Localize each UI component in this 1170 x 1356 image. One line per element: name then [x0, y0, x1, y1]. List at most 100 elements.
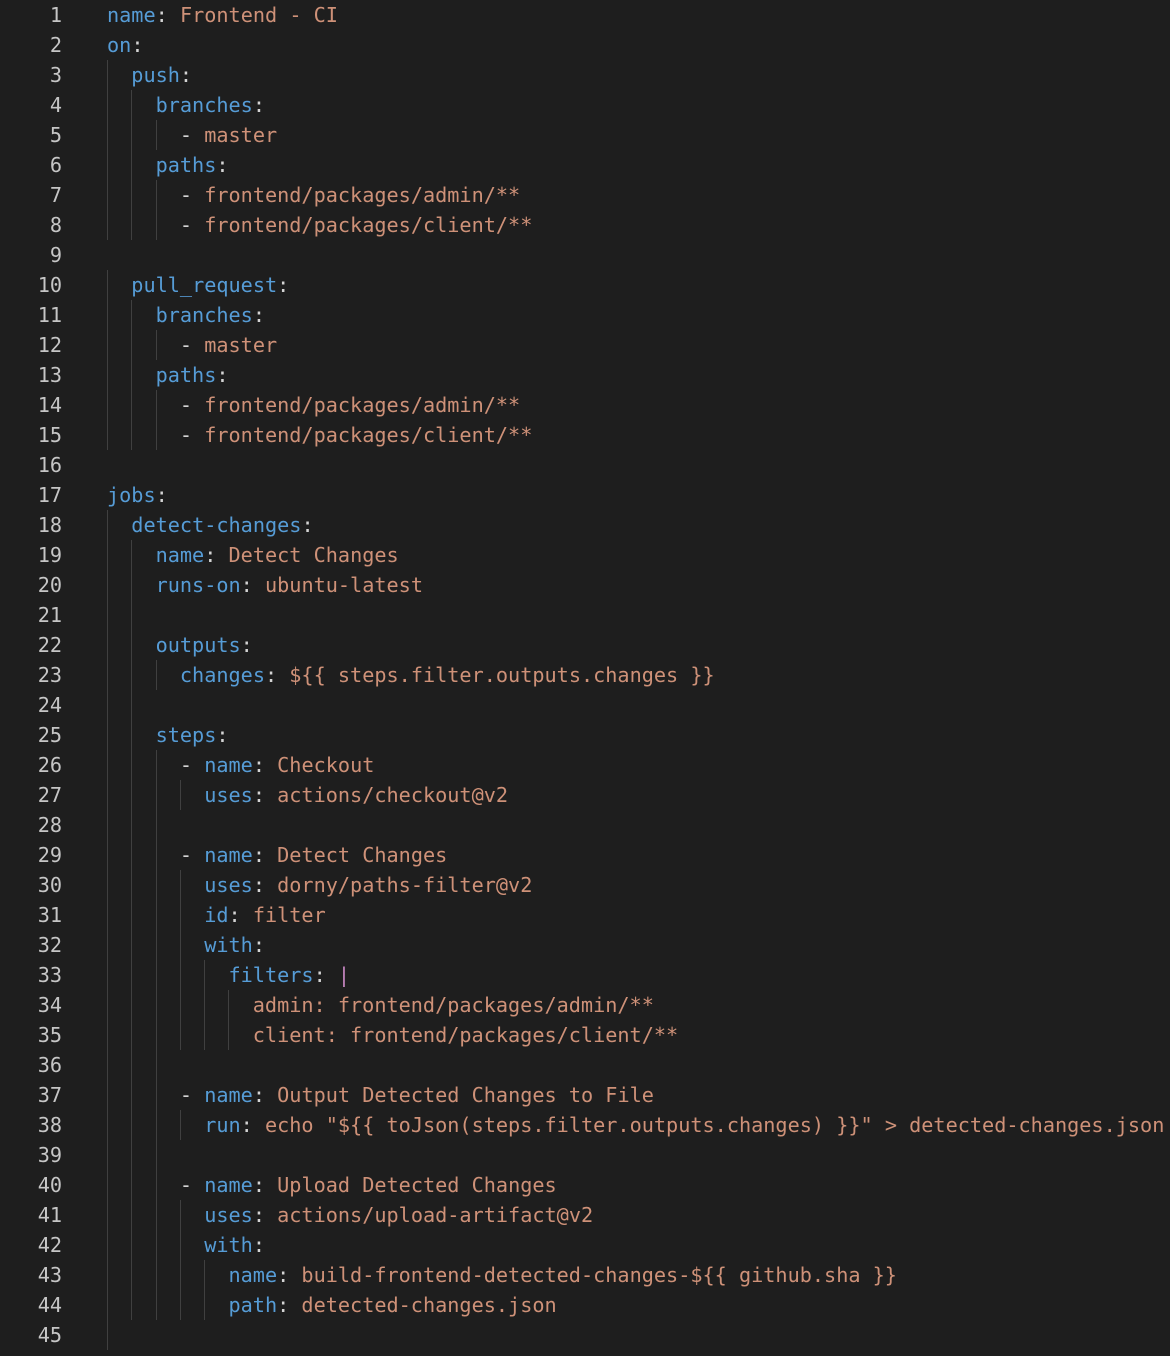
code-line[interactable]: 11 branches: — [0, 300, 1170, 330]
code-line[interactable]: 17 jobs: — [0, 480, 1170, 510]
indent-guide — [131, 330, 155, 360]
indent-guide — [155, 180, 180, 210]
code-line[interactable]: 41 uses: actions/upload-artifact@v2 — [0, 1200, 1170, 1230]
code-line[interactable]: 20 runs-on: ubuntu-latest — [0, 570, 1170, 600]
code-line[interactable]: 12 - master — [0, 330, 1170, 360]
indent-guide — [179, 1260, 204, 1290]
indent-guide — [131, 390, 155, 420]
line-number: 8 — [49, 213, 62, 237]
code-line[interactable]: 23 changes: ${{ steps.filter.outputs.chan… — [0, 660, 1170, 690]
indent-guide — [155, 1260, 180, 1290]
indent-guide — [107, 1290, 131, 1320]
code-line[interactable]: 33 filters: | — [0, 960, 1170, 990]
code-line[interactable]: 9 — [0, 240, 1170, 270]
token-pun: : — [301, 513, 314, 537]
code-line[interactable]: 6 paths: — [0, 150, 1170, 180]
code-line[interactable]: 2 on: — [0, 30, 1170, 60]
code-content: outputs: — [107, 630, 253, 660]
token-key: uses — [204, 783, 253, 807]
code-line[interactable]: 25 steps: — [0, 720, 1170, 750]
line-number: 23 — [37, 663, 62, 687]
token-pun: - — [179, 213, 205, 237]
code-content: jobs: — [107, 480, 168, 510]
indent-guide — [131, 720, 155, 750]
code-content: client: frontend/packages/client/** — [107, 1020, 678, 1050]
code-line[interactable]: 44 path: detected-changes.json — [0, 1290, 1170, 1320]
code-line[interactable]: 1 name: Frontend - CI — [0, 0, 1170, 30]
code-line[interactable]: 16 — [0, 450, 1170, 480]
line-number: 42 — [37, 1233, 62, 1257]
token-str: ubuntu-latest — [264, 573, 423, 597]
code-line[interactable]: 38 run: echo "${{ toJson(steps.filter.out… — [0, 1110, 1170, 1140]
code-line[interactable]: 5 - master — [0, 120, 1170, 150]
token-pun: : — [240, 1113, 265, 1137]
code-line[interactable]: 29 - name: Detect Changes — [0, 840, 1170, 870]
token-str: echo "${{ toJson(steps.filter.outputs.ch… — [264, 1113, 1165, 1137]
indent-guide — [107, 420, 131, 450]
code-line[interactable]: 10 pull_request: — [0, 270, 1170, 300]
code-line[interactable]: 22 outputs: — [0, 630, 1170, 660]
code-line[interactable]: 4 branches: — [0, 90, 1170, 120]
line-number: 45 — [37, 1323, 62, 1347]
indent-guide — [107, 390, 131, 420]
code-line[interactable]: 32 with: — [0, 930, 1170, 960]
line-number: 4 — [49, 93, 62, 117]
indent-guide — [107, 1200, 131, 1230]
indent-guide — [131, 750, 155, 780]
token-str: Checkout — [277, 753, 375, 777]
line-number: 15 — [37, 423, 62, 447]
token-pun: - — [179, 1083, 205, 1107]
code-line[interactable]: 3 push: — [0, 60, 1170, 90]
token-pun: : — [252, 303, 265, 327]
token-key: pull_request — [131, 273, 278, 297]
line-number: 35 — [37, 1023, 62, 1047]
indent-guide — [155, 660, 180, 690]
token-pun: : — [277, 273, 290, 297]
indent-guide — [131, 660, 155, 690]
code-line[interactable]: 43 name: build-frontend-detected-changes-… — [0, 1260, 1170, 1290]
code-line[interactable]: 42 with: — [0, 1230, 1170, 1260]
code-line[interactable]: 35 client: frontend/packages/client/** — [0, 1020, 1170, 1050]
code-line[interactable]: 26 - name: Checkout — [0, 750, 1170, 780]
code-line[interactable]: 19 name: Detect Changes — [0, 540, 1170, 570]
code-content — [107, 1050, 180, 1080]
token-pun: : — [264, 663, 290, 687]
line-number: 9 — [49, 243, 62, 267]
token-pun: : — [240, 633, 253, 657]
code-editor[interactable]: 1 name: Frontend - CI 2 on: 3 push: 4 branches:… — [0, 0, 1170, 1356]
code-line[interactable]: 24 — [0, 690, 1170, 720]
code-line[interactable]: 40 - name: Upload Detected Changes — [0, 1170, 1170, 1200]
code-line[interactable]: 36 — [0, 1050, 1170, 1080]
code-line[interactable]: 21 — [0, 600, 1170, 630]
token-key: with — [204, 1233, 253, 1257]
indent-guide — [179, 900, 204, 930]
indent-guide — [131, 1290, 155, 1320]
token-pun: : — [252, 1083, 278, 1107]
code-line[interactable]: 45 — [0, 1320, 1170, 1350]
indent-guide — [155, 390, 180, 420]
code-line[interactable]: 14 - frontend/packages/admin/** — [0, 390, 1170, 420]
token-pun: : — [216, 363, 229, 387]
code-line[interactable]: 7 - frontend/packages/admin/** — [0, 180, 1170, 210]
line-number: 5 — [49, 123, 62, 147]
code-content: run: echo "${{ toJson(steps.filter.outpu… — [107, 1110, 1164, 1140]
token-key: outputs — [155, 633, 241, 657]
line-number: 12 — [37, 333, 62, 357]
code-line[interactable]: 28 — [0, 810, 1170, 840]
code-line[interactable]: 8 - frontend/packages/client/** — [0, 210, 1170, 240]
code-line[interactable]: 27 uses: actions/checkout@v2 — [0, 780, 1170, 810]
code-line[interactable]: 39 — [0, 1140, 1170, 1170]
code-line[interactable]: 15 - frontend/packages/client/** — [0, 420, 1170, 450]
code-line[interactable]: 30 uses: dorny/paths-filter@v2 — [0, 870, 1170, 900]
token-pun: - — [179, 393, 205, 417]
code-line[interactable]: 34 admin: frontend/packages/admin/** — [0, 990, 1170, 1020]
line-number: 1 — [49, 3, 62, 27]
token-str: detected-changes.json — [301, 1293, 557, 1317]
code-line[interactable]: 31 id: filter — [0, 900, 1170, 930]
code-line[interactable]: 18 detect-changes: — [0, 510, 1170, 540]
code-line[interactable]: 13 paths: — [0, 360, 1170, 390]
indent-guide — [155, 780, 180, 810]
code-line[interactable]: 37 - name: Output Detected Changes to Fil… — [0, 1080, 1170, 1110]
code-content: name: Detect Changes — [107, 540, 399, 570]
indent-guide — [131, 150, 155, 180]
